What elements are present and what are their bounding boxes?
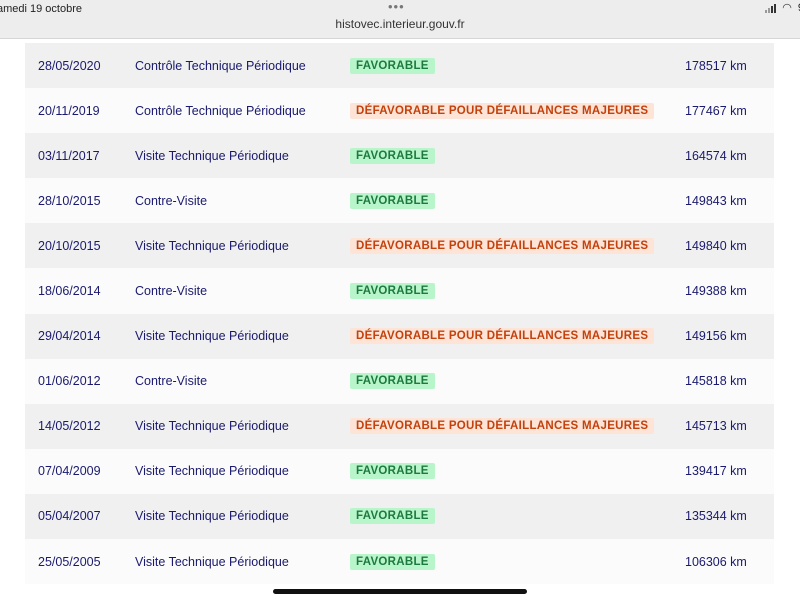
mileage: 164574 km [685, 148, 747, 163]
table-row: 28/10/2015 Contre-Visite FAVORABLE 149843 k… [25, 178, 774, 224]
mileage: 178517 km [685, 58, 747, 73]
defavorable-badge: DÉFAVORABLE POUR DÉFAILLANCES MAJEURES [350, 237, 655, 254]
result-cell: FAVORABLE [350, 283, 435, 300]
mileage: 149388 km [685, 284, 747, 299]
inspection-date: 20/10/2015 [38, 238, 101, 253]
table-row: 03/11/2017 Visite Technique Périodique FAV… [25, 133, 774, 179]
favorable-badge: FAVORABLE [350, 57, 435, 74]
inspection-type: Visite Technique Périodique [135, 464, 289, 479]
inspection-date: 18/06/2014 [38, 284, 101, 299]
address-bar-url[interactable]: histovec.interieur.gouv.fr [0, 17, 800, 31]
defavorable-badge: DÉFAVORABLE POUR DÉFAILLANCES MAJEURES [350, 102, 655, 119]
table-row: 25/05/2005 Visite Technique Périodique FAV… [25, 539, 774, 585]
table-row: 20/11/2019 Contrôle Technique Périodique D… [25, 88, 774, 134]
browser-status-bar: amedi 19 octobre ••• histovec.interieur.… [0, 0, 800, 39]
favorable-badge: FAVORABLE [350, 147, 435, 164]
result-cell: FAVORABLE [350, 57, 435, 74]
inspection-date: 28/10/2015 [38, 193, 101, 208]
result-cell: DÉFAVORABLE POUR DÉFAILLANCES MAJEURES [350, 418, 655, 435]
inspection-type: Visite Technique Périodique [135, 238, 289, 253]
inspection-date: 28/05/2020 [38, 58, 101, 73]
mileage: 135344 km [685, 509, 747, 524]
favorable-badge: FAVORABLE [350, 508, 435, 525]
favorable-badge: FAVORABLE [350, 553, 435, 570]
signal-icon [765, 3, 777, 13]
result-cell: DÉFAVORABLE POUR DÉFAILLANCES MAJEURES [350, 102, 655, 119]
inspection-date: 07/04/2009 [38, 464, 101, 479]
result-cell: FAVORABLE [350, 373, 435, 390]
mileage: 106306 km [685, 554, 747, 569]
inspection-type: Contre-Visite [135, 284, 208, 299]
inspection-date: 25/05/2005 [38, 554, 101, 569]
table-row: 18/06/2014 Contre-Visite FAVORABLE 149388 k… [25, 268, 774, 314]
inspection-type: Contre-Visite [135, 193, 208, 208]
inspection-date: 20/11/2019 [38, 103, 100, 118]
table-row: 14/05/2012 Visite Technique Périodique DÉF… [25, 403, 774, 449]
table-row: 01/06/2012 Contre-Visite FAVORABLE 145818 k… [25, 358, 774, 404]
table-row: 07/04/2009 Visite Technique Périodique FAV… [25, 448, 774, 494]
inspection-type: Contrôle Technique Périodique [135, 103, 306, 118]
inspection-type: Contre-Visite [135, 374, 208, 389]
inspection-type: Contrôle Technique Périodique [135, 58, 306, 73]
inspection-date: 29/04/2014 [38, 329, 101, 344]
result-cell: FAVORABLE [350, 508, 435, 525]
mileage: 139417 km [685, 464, 747, 479]
table-row: 20/10/2015 Visite Technique Périodique DÉF… [25, 223, 774, 269]
defavorable-badge: DÉFAVORABLE POUR DÉFAILLANCES MAJEURES [350, 418, 655, 435]
mileage: 177467 km [685, 103, 747, 118]
favorable-badge: FAVORABLE [350, 463, 435, 480]
inspection-type: Visite Technique Périodique [135, 419, 289, 434]
inspection-type: Visite Technique Périodique [135, 554, 289, 569]
inspection-type: Visite Technique Périodique [135, 148, 289, 163]
favorable-badge: FAVORABLE [350, 192, 435, 209]
mileage: 149840 km [685, 238, 747, 253]
mileage: 149156 km [685, 329, 747, 344]
status-date: amedi 19 octobre [0, 3, 82, 15]
favorable-badge: FAVORABLE [350, 283, 435, 300]
wifi-icon: ◠ [782, 1, 792, 14]
more-options-icon[interactable]: ••• [388, 0, 405, 14]
result-cell: FAVORABLE [350, 192, 435, 209]
result-cell: FAVORABLE [350, 553, 435, 570]
result-cell: FAVORABLE [350, 147, 435, 164]
result-cell: DÉFAVORABLE POUR DÉFAILLANCES MAJEURES [350, 328, 655, 345]
inspection-type: Visite Technique Périodique [135, 509, 289, 524]
mileage: 149843 km [685, 193, 747, 208]
mileage: 145818 km [685, 374, 747, 389]
defavorable-badge: DÉFAVORABLE POUR DÉFAILLANCES MAJEURES [350, 328, 655, 345]
inspection-type: Visite Technique Périodique [135, 329, 289, 344]
table-row: 29/04/2014 Visite Technique Périodique DÉF… [25, 313, 774, 359]
inspection-date: 01/06/2012 [38, 374, 101, 389]
inspection-history-table: 28/05/2020 Contrôle Technique Périodique F… [25, 43, 774, 585]
home-indicator[interactable] [273, 589, 527, 594]
inspection-date: 05/04/2007 [38, 509, 101, 524]
favorable-badge: FAVORABLE [350, 373, 435, 390]
inspection-date: 03/11/2017 [38, 148, 100, 163]
inspection-date: 14/05/2012 [38, 419, 101, 434]
mileage: 145713 km [685, 419, 747, 434]
table-row: 28/05/2020 Contrôle Technique Périodique F… [25, 43, 774, 89]
table-row: 05/04/2007 Visite Technique Périodique FAV… [25, 493, 774, 540]
status-indicators: ◠ 9 [765, 2, 800, 14]
result-cell: DÉFAVORABLE POUR DÉFAILLANCES MAJEURES [350, 237, 655, 254]
result-cell: FAVORABLE [350, 463, 435, 480]
